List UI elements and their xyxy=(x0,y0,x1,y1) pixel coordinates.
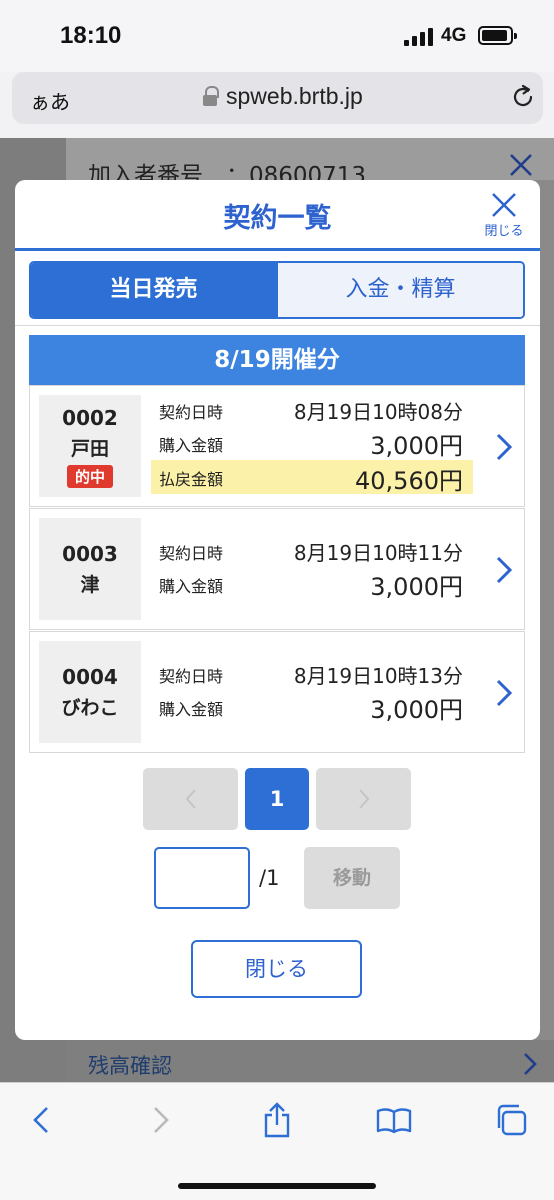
divider xyxy=(15,325,540,326)
lock-icon xyxy=(202,86,219,108)
share-icon[interactable] xyxy=(262,1101,292,1139)
amount-row: 購入金額 3,000円 xyxy=(151,426,473,460)
datetime-row: 契約日時 8月19日10時08分 xyxy=(151,393,473,427)
amount-label: 購入金額 xyxy=(159,700,224,719)
home-indicator xyxy=(178,1183,376,1189)
tab-same-day-sales[interactable]: 当日発売 xyxy=(31,263,276,317)
chevron-right-icon xyxy=(496,679,513,707)
chevron-right-icon xyxy=(358,789,369,809)
datetime-label: 契約日時 xyxy=(159,667,224,686)
cellular-signal-icon xyxy=(404,28,434,46)
contract-row[interactable]: 0002 戸田 的中 契約日時 8月19日10時08分 購入金額 3,000円 … xyxy=(29,385,525,507)
chevron-right-icon xyxy=(524,1053,537,1075)
forward-icon[interactable] xyxy=(150,1105,172,1135)
close-button[interactable]: 閉じる xyxy=(191,940,362,998)
page-total: /1 xyxy=(259,866,280,890)
date-heading: 8/19開催分 xyxy=(29,335,525,385)
amount-label: 購入金額 xyxy=(159,436,224,455)
amount-value: 3,000円 xyxy=(370,696,463,724)
tab-bar: 当日発売 入金・精算 xyxy=(29,261,525,319)
status-time: 18:10 xyxy=(60,22,122,49)
battery-icon xyxy=(478,26,517,45)
network-type: 4G xyxy=(441,25,467,46)
contract-list-modal: 契約一覧 閉じる 当日発売 入金・精算 8/19開催分 0002 戸田 的中 契… xyxy=(15,180,540,1040)
venue-box: 0004 びわこ xyxy=(39,641,141,743)
contract-number: 0004 xyxy=(62,665,118,689)
venue-box: 0003 津 xyxy=(39,518,141,620)
datetime-row: 契約日時 8月19日10時13分 xyxy=(151,657,473,691)
datetime-value: 8月19日10時08分 xyxy=(293,400,463,424)
amount-value: 3,000円 xyxy=(370,432,463,460)
tabs-icon[interactable] xyxy=(494,1103,528,1137)
datetime-label: 契約日時 xyxy=(159,403,224,422)
venue-name: びわこ xyxy=(61,697,119,719)
payout-value: 40,560円 xyxy=(355,467,463,495)
address-bar[interactable]: ぁあ spweb.brtb.jp xyxy=(12,72,543,124)
amount-row: 購入金額 3,000円 xyxy=(151,690,473,724)
reload-icon[interactable] xyxy=(509,83,537,111)
close-icon-label: 閉じる xyxy=(484,224,524,239)
datetime-value: 8月19日10時11分 xyxy=(293,541,463,565)
modal-close-button[interactable]: 閉じる xyxy=(477,192,531,250)
venue-box: 0002 戸田 的中 xyxy=(39,395,141,497)
contract-row[interactable]: 0004 びわこ 契約日時 8月19日10時13分 購入金額 3,000円 xyxy=(29,631,525,753)
close-icon xyxy=(492,193,516,217)
background-close-icon xyxy=(510,154,532,176)
current-page-button[interactable]: 1 xyxy=(245,768,309,830)
contract-row[interactable]: 0003 津 契約日時 8月19日10時11分 購入金額 3,000円 xyxy=(29,508,525,630)
move-button[interactable]: 移動 xyxy=(304,847,400,909)
modal-title: 契約一覧 xyxy=(223,203,332,234)
tab-deposit-settlement[interactable]: 入金・精算 xyxy=(276,263,523,317)
amount-value: 3,000円 xyxy=(370,573,463,601)
status-bar: 18:10 4G xyxy=(0,0,554,72)
back-icon[interactable] xyxy=(30,1105,52,1135)
payout-row: 払戻金額 40,560円 xyxy=(151,460,473,495)
venue-name: 津 xyxy=(80,574,100,596)
datetime-row: 契約日時 8月19日10時11分 xyxy=(151,534,473,568)
amount-row: 購入金額 3,000円 xyxy=(151,567,473,601)
title-divider xyxy=(15,248,540,251)
balance-link: 残高確認 xyxy=(88,1054,172,1078)
win-badge: 的中 xyxy=(66,465,113,488)
previous-page-button[interactable] xyxy=(143,768,238,830)
chevron-left-icon xyxy=(185,789,196,809)
next-page-button[interactable] xyxy=(316,768,411,830)
bookmarks-icon[interactable] xyxy=(376,1107,412,1135)
venue-name: 戸田 xyxy=(70,438,109,460)
amount-label: 購入金額 xyxy=(159,577,224,596)
datetime-value: 8月19日10時13分 xyxy=(293,664,463,688)
datetime-label: 契約日時 xyxy=(159,544,224,563)
text-size-button[interactable]: ぁあ xyxy=(30,86,70,115)
contract-number: 0002 xyxy=(62,406,118,430)
page-number-input[interactable] xyxy=(154,847,250,909)
chevron-right-icon xyxy=(496,556,513,584)
chevron-right-icon xyxy=(496,433,513,461)
payout-label: 払戻金額 xyxy=(159,470,224,489)
url-text[interactable]: spweb.brtb.jp xyxy=(226,83,363,110)
contract-number: 0003 xyxy=(62,542,118,566)
